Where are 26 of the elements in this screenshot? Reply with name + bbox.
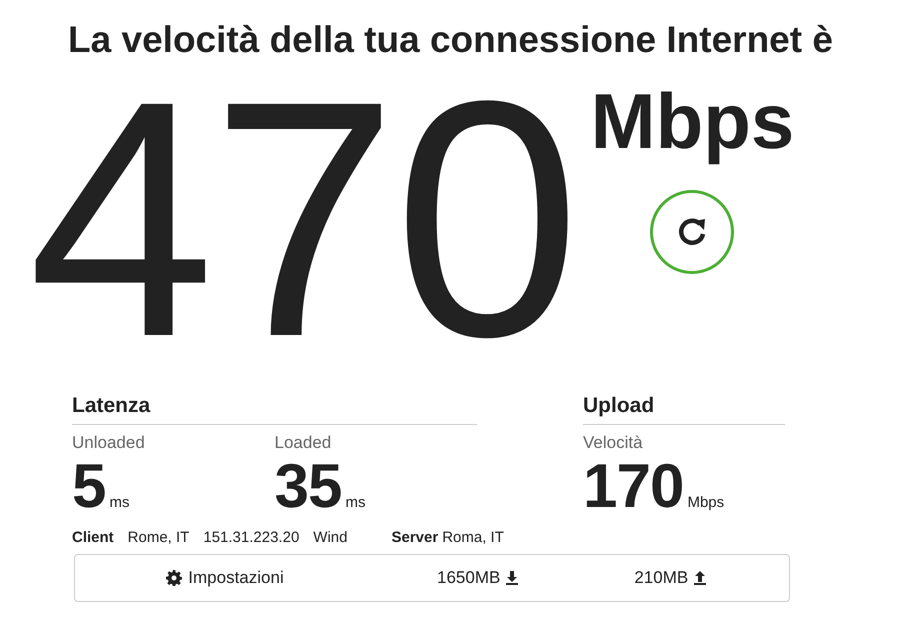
metric-unit: ms — [109, 494, 130, 511]
metric-label: Velocità — [583, 433, 644, 453]
download-icon — [506, 571, 518, 585]
speed-value: 470 — [28, 70, 577, 370]
settings-icon — [166, 570, 182, 586]
client-ip: 151.31.223.20 — [203, 529, 300, 546]
metric-unit: Mbps — [687, 494, 724, 511]
settings-button[interactable]: Impostazioni — [75, 568, 375, 588]
metric-label: Unloaded — [72, 433, 146, 453]
metric-value: 35 — [274, 455, 342, 519]
uploaded-amount: 210MB — [634, 568, 688, 588]
section-heading: Upload — [583, 390, 785, 425]
downloaded-amount: 1650MB — [437, 568, 500, 588]
upload-icon — [694, 571, 706, 585]
metric-unit: ms — [345, 494, 366, 511]
metric-value: 5 — [72, 455, 106, 519]
section-heading: Latenza — [72, 390, 477, 425]
speed-unit: Mbps — [590, 76, 794, 166]
metric-value: 170 — [583, 455, 684, 519]
client-label: Client — [72, 529, 114, 546]
client-location: Rome, IT — [128, 529, 190, 546]
client-isp: Wind — [313, 529, 348, 546]
page-title: La velocità della tua connessione Internet è — [67, 18, 834, 62]
server-label: Server — [391, 529, 438, 546]
metric-label: Loaded — [274, 433, 332, 453]
server-location: Roma, IT — [442, 529, 504, 546]
